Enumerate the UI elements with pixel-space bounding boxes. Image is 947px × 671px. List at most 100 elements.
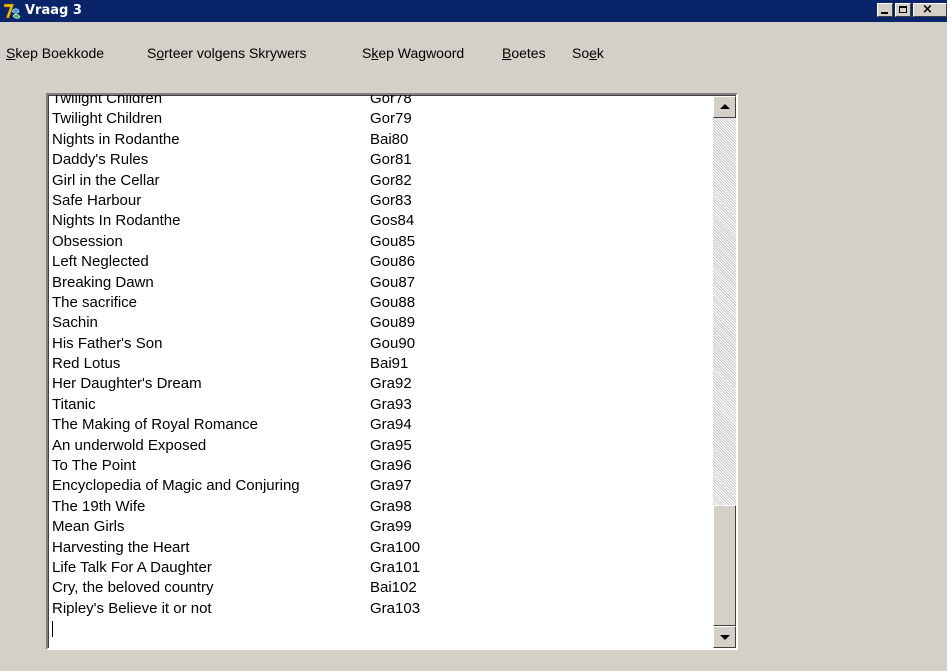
book-code: Gra99 [370, 518, 412, 536]
list-item: Daddy's Rules Gor81 [50, 150, 710, 170]
book-title: Breaking Dawn [52, 273, 154, 291]
book-title: An underwold Exposed [52, 436, 207, 454]
arrow-down-icon [720, 635, 730, 640]
list-item: The sacrifice Gou88 [50, 293, 710, 313]
book-title: Left Neglected [52, 253, 149, 271]
book-code: Gra97 [370, 477, 412, 495]
scroll-thumb[interactable] [713, 505, 736, 626]
book-code: Bai80 [370, 130, 409, 148]
book-code: Gos84 [370, 212, 415, 230]
book-title: Nights In Rodanthe [52, 212, 181, 230]
book-title: Encyclopedia of Magic and Conjuring [52, 477, 300, 495]
book-title: Nights in Rodanthe [52, 130, 180, 148]
book-title: Girl in the Cellar [52, 171, 160, 189]
book-code: Gra96 [370, 457, 412, 475]
scroll-up-button[interactable] [713, 96, 736, 118]
list-item: His Father's Son Gou90 [50, 334, 710, 354]
menu-bar: Skep Boekkode Sorteer volgens Skrywers S… [0, 42, 947, 64]
book-code: Gou88 [370, 293, 416, 311]
close-icon: × [922, 2, 933, 17]
book-code: Gra100 [370, 538, 421, 556]
list-item: Ripley's Believe it or not Gra103 [50, 599, 710, 619]
main-window: Vraag 3 × Skep Boekkode Sorteer volgens … [0, 0, 947, 671]
list-item: Life Talk For A Daughter Gra101 [50, 558, 710, 578]
book-code: Bai91 [370, 355, 409, 373]
book-title: The Making of Royal Romance [52, 416, 258, 434]
book-code: Gor82 [370, 171, 412, 189]
maximize-icon [899, 6, 907, 13]
list-item: Red Lotus Bai91 [50, 354, 710, 374]
arrow-up-icon [720, 104, 730, 109]
book-code: Gou86 [370, 253, 416, 271]
book-title: Red Lotus [52, 355, 121, 373]
vertical-scrollbar[interactable] [713, 96, 736, 648]
book-title: Mean Girls [52, 518, 125, 536]
list-item: Safe Harbour Gor83 [50, 191, 710, 211]
window-title: Vraag 3 [25, 3, 82, 18]
list-item: Nights in Rodanthe Bai80 [50, 130, 710, 150]
close-button[interactable]: × [913, 3, 947, 17]
list-item: Nights In Rodanthe Gos84 [50, 211, 710, 231]
maximize-button[interactable] [895, 3, 911, 17]
book-code: Gra95 [370, 436, 412, 454]
list-item: Encyclopedia of Magic and Conjuring Gra97 [50, 476, 710, 496]
menu-sorteer-volgens-skrywers[interactable]: Sorteer volgens Skrywers [147, 42, 307, 64]
book-title: Her Daughter's Dream [52, 375, 202, 393]
caret-line[interactable] [50, 619, 710, 639]
book-code: Gor79 [370, 110, 412, 128]
list-item: Left Neglected Gou86 [50, 252, 710, 272]
scroll-down-button[interactable] [713, 626, 736, 648]
book-code: Gra94 [370, 416, 412, 434]
list-item: To The Point Gra96 [50, 456, 710, 476]
book-title: Ripley's Believe it or not [52, 599, 212, 617]
book-title: Cry, the beloved country [52, 579, 214, 597]
book-title: The 19th Wife [52, 497, 146, 515]
book-code: Gra93 [370, 395, 412, 413]
book-code: Gou89 [370, 314, 416, 332]
book-code: Gou87 [370, 273, 416, 291]
list-item: Twilight Children Gor78 [50, 93, 710, 109]
book-list-memo[interactable]: Twilight Children Gor78 Twilight Children G… [46, 93, 738, 650]
book-title: Daddy's Rules [52, 151, 149, 169]
list-item: Twilight Children Gor79 [50, 109, 710, 129]
delphi-app-icon [3, 3, 21, 19]
book-code: Gra103 [370, 599, 421, 617]
list-item: The Making of Royal Romance Gra94 [50, 415, 710, 435]
menu-skep-boekkode[interactable]: Skep Boekkode [6, 42, 104, 64]
list-item: Sachin Gou89 [50, 313, 710, 333]
book-title: To The Point [52, 457, 136, 475]
book-title: Safe Harbour [52, 191, 142, 209]
list-item: Titanic Gra93 [50, 395, 710, 415]
menu-soek[interactable]: Soek [572, 42, 604, 64]
book-title: Titanic [52, 395, 96, 413]
book-code: Bai102 [370, 579, 417, 597]
book-code: Gra101 [370, 558, 421, 576]
book-code: Gor81 [370, 151, 412, 169]
menu-skep-wagwoord[interactable]: Skep Wagwoord [362, 42, 464, 64]
book-list-rows: Twilight Children Gor78 Twilight Children G… [50, 93, 710, 640]
book-title: The sacrifice [52, 293, 138, 311]
title-bar[interactable]: Vraag 3 × [0, 0, 947, 22]
book-code: Gra98 [370, 497, 412, 515]
list-item: An underwold Exposed Gra95 [50, 436, 710, 456]
list-item: Mean Girls Gra99 [50, 517, 710, 537]
list-item: Breaking Dawn Gou87 [50, 273, 710, 293]
book-code: Gor78 [370, 93, 412, 107]
book-code: Gou90 [370, 334, 416, 352]
menu-boetes[interactable]: Boetes [502, 42, 546, 64]
book-title: Twilight Children [52, 110, 163, 128]
memo-frame: Twilight Children Gor78 Twilight Children G… [48, 95, 736, 648]
book-title: Twilight Children [52, 93, 163, 107]
book-title: Harvesting the Heart [52, 538, 190, 556]
minimize-button[interactable] [877, 3, 893, 17]
list-item: The 19th Wife Gra98 [50, 497, 710, 517]
book-title: Obsession [52, 232, 123, 250]
book-code: Gor83 [370, 191, 412, 209]
minimize-icon [881, 12, 888, 14]
book-code: Gou85 [370, 232, 416, 250]
list-item: Her Daughter's Dream Gra92 [50, 374, 710, 394]
text-caret [52, 621, 53, 638]
list-item: Harvesting the Heart Gra100 [50, 538, 710, 558]
book-title: Sachin [52, 314, 98, 332]
list-item: Obsession Gou85 [50, 232, 710, 252]
